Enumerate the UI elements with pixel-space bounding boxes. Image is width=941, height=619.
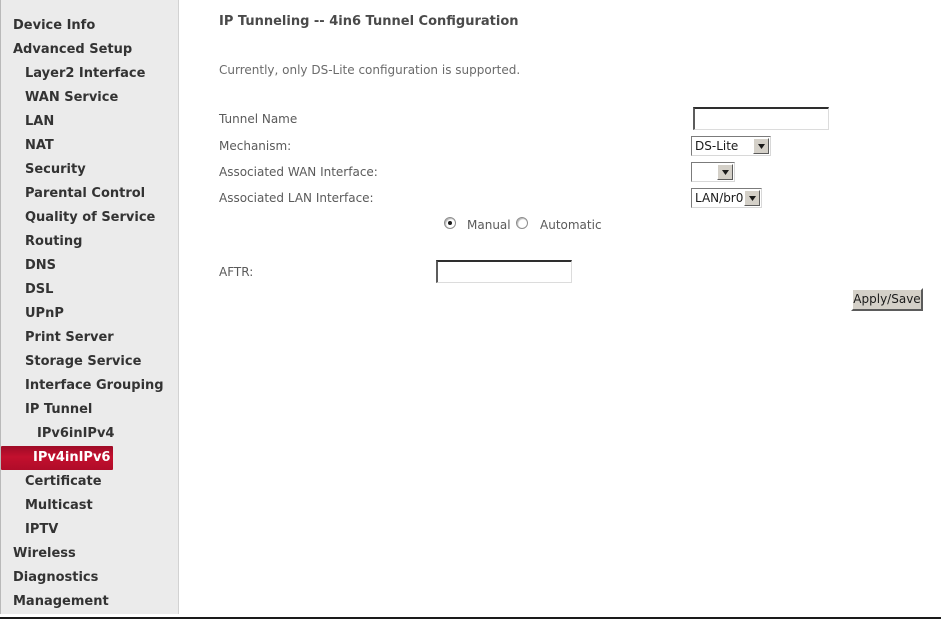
sidebar-item-label: Quality of Service [25,210,156,225]
sidebar-item-upnp[interactable]: UPnP [1,302,64,326]
radio-manual[interactable] [444,217,456,229]
sidebar-item-label: Advanced Setup [13,42,133,57]
sidebar-item-security[interactable]: Security [1,158,86,182]
tunnel-name-input[interactable] [693,107,829,130]
radio-automatic-label[interactable]: Automatic [540,218,602,232]
sidebar-item-routing[interactable]: Routing [1,230,82,254]
tunnel-name-label: Tunnel Name [219,112,298,126]
sidebar-item-diagnostics[interactable]: Diagnostics [1,566,98,590]
sidebar-item-label: IPv4inIPv6 [33,450,111,465]
chevron-down-icon [753,138,769,154]
radio-automatic[interactable] [516,217,528,229]
sidebar-item-layer2-interface[interactable]: Layer2 Interface [1,62,145,86]
sidebar-navigation: Device Info Advanced Setup Layer2 Interfac… [0,0,179,614]
sidebar-item-label: Device Info [13,18,96,33]
sidebar-item-label: DSL [25,282,54,297]
sidebar-item-iptv[interactable]: IPTV [1,518,58,542]
sidebar-item-advanced-setup[interactable]: Advanced Setup [1,38,132,62]
sidebar-item-label: Routing [25,234,83,249]
sidebar-item-label: IPv6inIPv4 [37,426,115,441]
sidebar-item-label: Storage Service [25,354,142,369]
support-note: Currently, only DS-Lite configuration is… [219,63,521,77]
sidebar-item-dns[interactable]: DNS [1,254,56,278]
sidebar-item-label: UPnP [25,306,64,321]
sidebar-item-label: Management [13,594,109,609]
sidebar-item-wan-service[interactable]: WAN Service [1,86,118,110]
sidebar-item-storage-service[interactable]: Storage Service [1,350,141,374]
page-title: IP Tunneling -- 4in6 Tunnel Configuratio… [219,14,519,29]
sidebar-item-label: Parental Control [25,186,146,201]
sidebar-item-label: IP Tunnel [25,402,93,417]
sidebar-item-label: Certificate [25,474,102,489]
chevron-down-icon [717,164,733,180]
radio-manual-label[interactable]: Manual [467,218,511,232]
lan-interface-select[interactable]: LAN/br0 [691,188,762,208]
apply-save-button[interactable]: Apply/Save [851,288,923,311]
sidebar-item-multicast[interactable]: Multicast [1,494,93,518]
sidebar-item-label: Print Server [25,330,114,345]
sidebar-item-parental-control[interactable]: Parental Control [1,182,145,206]
lan-interface-label: Associated LAN Interface: [219,191,374,205]
radio-dot [448,221,452,225]
router-admin-page: Device Info Advanced Setup Layer2 Interfac… [0,0,941,619]
sidebar-item-interface-grouping[interactable]: Interface Grouping [1,374,164,398]
sidebar-item-label: LAN [25,114,55,129]
sidebar-item-nat[interactable]: NAT [1,134,54,158]
sidebar-item-device-info[interactable]: Device Info [1,14,95,38]
mechanism-select-value: DS-Lite [695,139,739,153]
sidebar-item-label: Layer2 Interface [25,66,146,81]
sidebar-item-ipv4inipv6[interactable]: IPv4inIPv6 [1,446,113,470]
aftr-label: AFTR: [219,265,254,279]
sidebar-item-certificate[interactable]: Certificate [1,470,102,494]
main-content: IP Tunneling -- 4in6 Tunnel Configuratio… [180,0,941,612]
aftr-input[interactable] [436,260,572,283]
lan-interface-select-value: LAN/br0 [695,191,744,205]
mechanism-select[interactable]: DS-Lite [691,136,771,156]
sidebar-item-dsl[interactable]: DSL [1,278,53,302]
wan-interface-label: Associated WAN Interface: [219,165,378,179]
sidebar-item-label: NAT [25,138,54,153]
chevron-down-icon [744,190,760,206]
sidebar-item-label: Security [25,162,86,177]
sidebar-item-management[interactable]: Management [1,590,109,614]
sidebar-item-label: Multicast [25,498,93,513]
sidebar-item-label: WAN Service [25,90,119,105]
sidebar-item-wireless[interactable]: Wireless [1,542,76,566]
tunnel-mode-radio-group: Manual Automatic [180,214,941,234]
sidebar-item-label: IPTV [25,522,59,537]
sidebar-item-label: DNS [25,258,57,273]
sidebar-item-print-server[interactable]: Print Server [1,326,114,350]
sidebar-item-ip-tunnel[interactable]: IP Tunnel [1,398,92,422]
sidebar-item-label: Interface Grouping [25,378,164,393]
sidebar-item-lan[interactable]: LAN [1,110,54,134]
mechanism-label: Mechanism: [219,139,292,153]
sidebar-item-quality-of-service[interactable]: Quality of Service [1,206,155,230]
sidebar-item-label: Diagnostics [13,570,99,585]
sidebar-item-label: Wireless [13,546,76,561]
sidebar-item-ipv6inipv4[interactable]: IPv6inIPv4 [1,422,114,446]
wan-interface-select[interactable] [691,162,735,182]
